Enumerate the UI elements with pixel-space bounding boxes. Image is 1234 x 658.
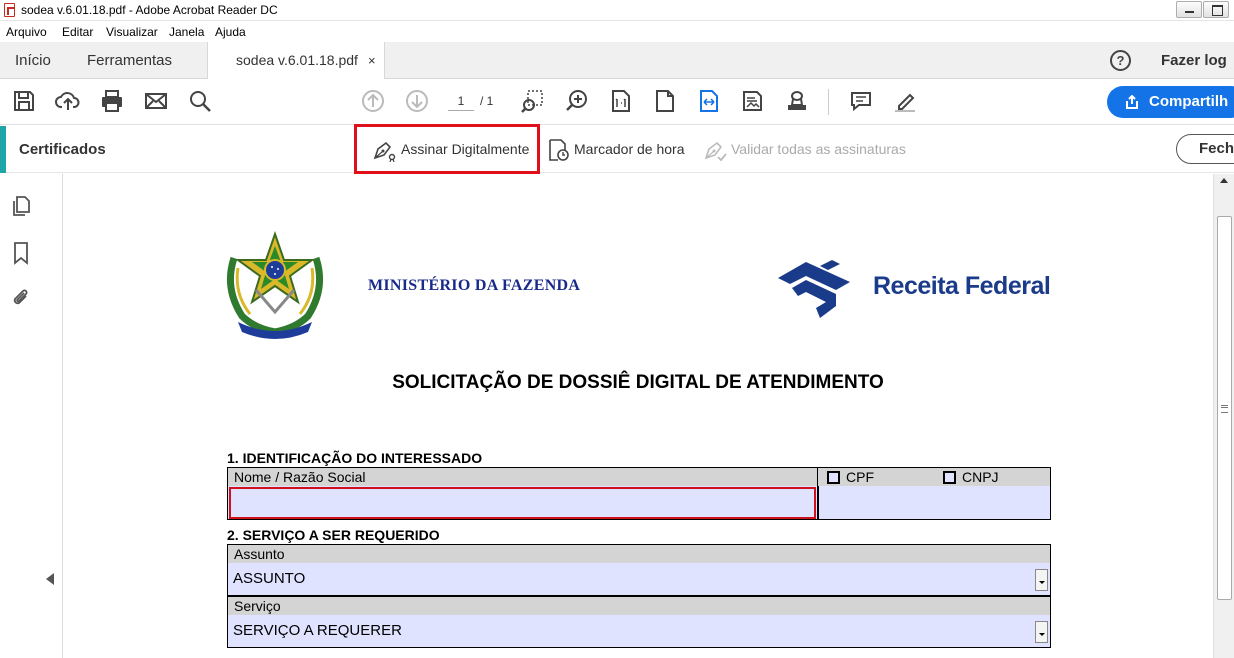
share-button[interactable]: Compartilh [1107, 86, 1234, 118]
menu-visualizar[interactable]: Visualizar [106, 25, 158, 39]
read-mode-icon[interactable] [740, 88, 766, 114]
ministry-heading: MINISTÉRIO DA FAZENDA [368, 277, 581, 294]
timestamp-button[interactable]: Marcador de hora [547, 126, 685, 173]
menu-ajuda[interactable]: Ajuda [215, 25, 246, 39]
certificates-title: Certificados [19, 141, 106, 158]
chevron-down-icon[interactable] [1035, 569, 1048, 591]
form-title: SOLICITAÇÃO DE DOSSIÊ DIGITAL DE ATENDIM… [392, 372, 884, 393]
validate-signature-icon [704, 141, 727, 162]
comment-icon[interactable] [848, 88, 874, 114]
service-label: Serviço [227, 596, 1051, 615]
minimize-button[interactable] [1176, 1, 1202, 18]
service-value: SERVIÇO A REQUERER [233, 622, 402, 639]
service-select[interactable]: SERVIÇO A REQUERER [227, 615, 1051, 648]
toolbar-divider [828, 89, 829, 115]
section-identification-title: 1. IDENTIFICAÇÃO DO INTERESSADO [227, 450, 483, 466]
collapse-panel-icon[interactable] [46, 573, 54, 585]
subject-select[interactable]: ASSUNTO [227, 563, 1051, 596]
name-input[interactable] [229, 487, 816, 519]
close-certificates-button[interactable]: Fecha [1176, 134, 1234, 164]
receita-federal-logo [778, 260, 850, 318]
actual-size-icon[interactable] [608, 88, 634, 114]
next-page-icon[interactable] [404, 88, 430, 114]
page-thumbnails-icon[interactable] [9, 194, 33, 218]
form-title-row: SOLICITAÇÃO DE DOSSIÊ DIGITAL DE ATENDIM… [63, 372, 1213, 394]
maximize-button[interactable] [1203, 1, 1229, 18]
tab-document-label: sodea v.6.01.18.pdf [236, 52, 358, 68]
certificates-accent-bar [0, 126, 6, 173]
validate-signatures-label: Validar todas as assinaturas [731, 141, 906, 157]
page-total: / 1 [480, 94, 494, 108]
person-type-cell: CPF CNPJ [818, 467, 1051, 486]
stamp-icon[interactable] [784, 88, 810, 114]
search-icon[interactable] [187, 88, 213, 114]
save-icon[interactable] [11, 88, 37, 114]
title-bar: sodea v.6.01.18.pdf - Adobe Acrobat Read… [0, 0, 1234, 21]
tab-home[interactable]: Início [15, 42, 51, 79]
vertical-scrollbar[interactable] [1213, 174, 1234, 658]
document-page: MINISTÉRIO DA FAZENDA Receita Federal SO… [63, 174, 1213, 658]
subject-label: Assunto [227, 544, 1051, 563]
cpf-checkbox[interactable] [827, 471, 840, 484]
validate-signatures-button[interactable]: Validar todas as assinaturas [703, 126, 906, 173]
acrobat-icon [4, 3, 15, 17]
receita-federal-wordmark: Receita Federal [873, 272, 1051, 300]
email-icon[interactable] [143, 88, 169, 114]
page-number-input[interactable] [448, 91, 474, 111]
scroll-up-arrow-icon[interactable] [1220, 178, 1228, 183]
sign-digitally-button[interactable]: Assinar Digitalmente [372, 126, 529, 173]
main-toolbar: / 1 [0, 79, 1234, 125]
print-icon[interactable] [99, 88, 125, 114]
certificates-toolbar: Certificados Assinar Digitalmente Marcad… [0, 126, 1234, 173]
timestamp-icon [549, 139, 569, 161]
tab-tools[interactable]: Ferramentas [87, 42, 172, 79]
chevron-down-icon[interactable] [1035, 621, 1048, 643]
menu-bar: Arquivo Editar Visualizar Janela Ajuda [0, 21, 1234, 42]
zoom-icon[interactable] [564, 88, 590, 114]
help-icon[interactable]: ? [1110, 50, 1131, 71]
person-type-field[interactable] [818, 486, 1051, 520]
tabs-row: Início Ferramentas sodea v.6.01.18.pdf ×… [0, 42, 1234, 80]
highlight-pen-icon[interactable] [892, 88, 918, 114]
timestamp-label: Marcador de hora [574, 141, 685, 157]
attachment-icon[interactable] [9, 286, 33, 310]
sign-in-link[interactable]: Fazer log [1161, 42, 1227, 79]
previous-page-icon[interactable] [360, 88, 386, 114]
brazil-coat-of-arms-logo [226, 230, 324, 339]
cloud-upload-icon[interactable] [55, 88, 81, 114]
fit-page-icon[interactable] [652, 88, 678, 114]
section-service-title: 2. SERVIÇO A SER REQUERIDO [227, 527, 440, 543]
cpf-label: CPF [846, 469, 874, 485]
fit-width-icon[interactable] [696, 88, 722, 114]
share-label: Compartilh [1149, 93, 1229, 110]
menu-arquivo[interactable]: Arquivo [6, 25, 47, 39]
subject-value: ASSUNTO [233, 570, 306, 587]
left-navigation-panel [0, 174, 63, 658]
sign-pen-icon [373, 141, 396, 162]
sign-digitally-label: Assinar Digitalmente [401, 141, 530, 157]
window-title: sodea v.6.01.18.pdf - Adobe Acrobat Read… [21, 3, 278, 17]
menu-janela[interactable]: Janela [169, 25, 204, 39]
share-icon [1126, 95, 1138, 109]
bookmark-icon[interactable] [9, 241, 33, 265]
scrollbar-thumb[interactable] [1217, 216, 1232, 600]
cnpj-label: CNPJ [962, 469, 999, 485]
cnpj-checkbox[interactable] [943, 471, 956, 484]
tab-document[interactable]: sodea v.6.01.18.pdf × [207, 42, 385, 80]
menu-editar[interactable]: Editar [62, 25, 93, 39]
marquee-zoom-icon[interactable] [520, 88, 546, 114]
name-field-label: Nome / Razão Social [227, 467, 818, 486]
close-tab-icon[interactable]: × [368, 42, 376, 79]
